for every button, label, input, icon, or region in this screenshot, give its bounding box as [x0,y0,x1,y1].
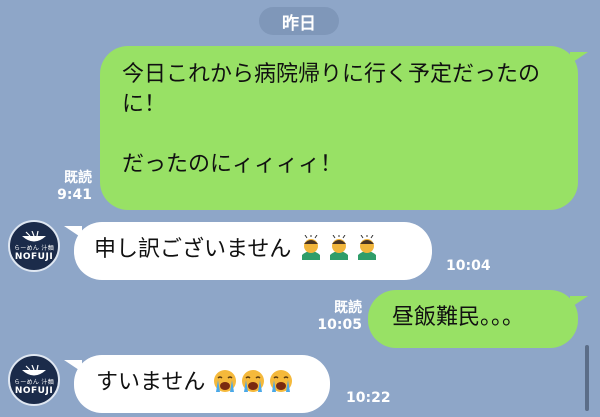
sender-avatar[interactable]: らーめん 汁麺 NOFUJI [8,354,60,406]
incoming-message-bubble[interactable]: すいません [74,355,330,413]
avatar-subtitle: らーめん 汁麺 [13,244,54,252]
loudly-crying-face-icon [242,370,265,392]
read-label: 既読 [334,300,362,316]
emoji-group [291,235,380,260]
outgoing-message-bubble[interactable]: 今日これから病院帰りに行く予定だったのに！ だったのにィィィィ！ [100,46,578,210]
message-time: 10:22 [346,390,391,406]
sender-avatar[interactable]: らーめん 汁麺 NOFUJI [8,220,60,272]
person-bowing-icon [330,235,349,260]
chat-scrollbar[interactable] [585,345,589,411]
message-time: 10:05 [317,317,362,333]
avatar-subtitle: らーめん 汁麺 [13,378,54,386]
message-text: 申し訳ございません [94,237,292,262]
loudly-crying-face-icon [270,370,293,392]
person-bowing-icon [358,235,377,260]
date-separator: 昨日 [259,7,339,35]
bubble-tail [570,52,588,64]
read-receipt: 既読 9:41 [40,170,92,204]
person-bowing-icon [302,235,321,260]
bubble-tail [570,296,588,308]
avatar-brand: NOFUJI [14,385,54,396]
avatar-brand: NOFUJI [14,251,54,262]
message-time: 10:04 [446,258,491,274]
message-text: 昼飯難民。。。 [392,305,525,330]
emoji-group [205,370,294,393]
message-text: すいません [96,370,206,395]
read-label: 既読 [64,170,92,186]
message-time: 9:41 [57,187,92,203]
message-text: 今日これから病院帰りに行く予定だったのに！ だったのにィィィィ！ [122,62,541,177]
incoming-message-bubble[interactable]: 申し訳ございません [74,222,432,280]
loudly-crying-face-icon [214,370,237,392]
ramen-bowl-icon [22,230,46,241]
outgoing-message-bubble[interactable]: 昼飯難民。。。 [368,290,578,348]
read-receipt: 既読 10:05 [310,300,362,334]
ramen-bowl-icon [22,364,46,375]
